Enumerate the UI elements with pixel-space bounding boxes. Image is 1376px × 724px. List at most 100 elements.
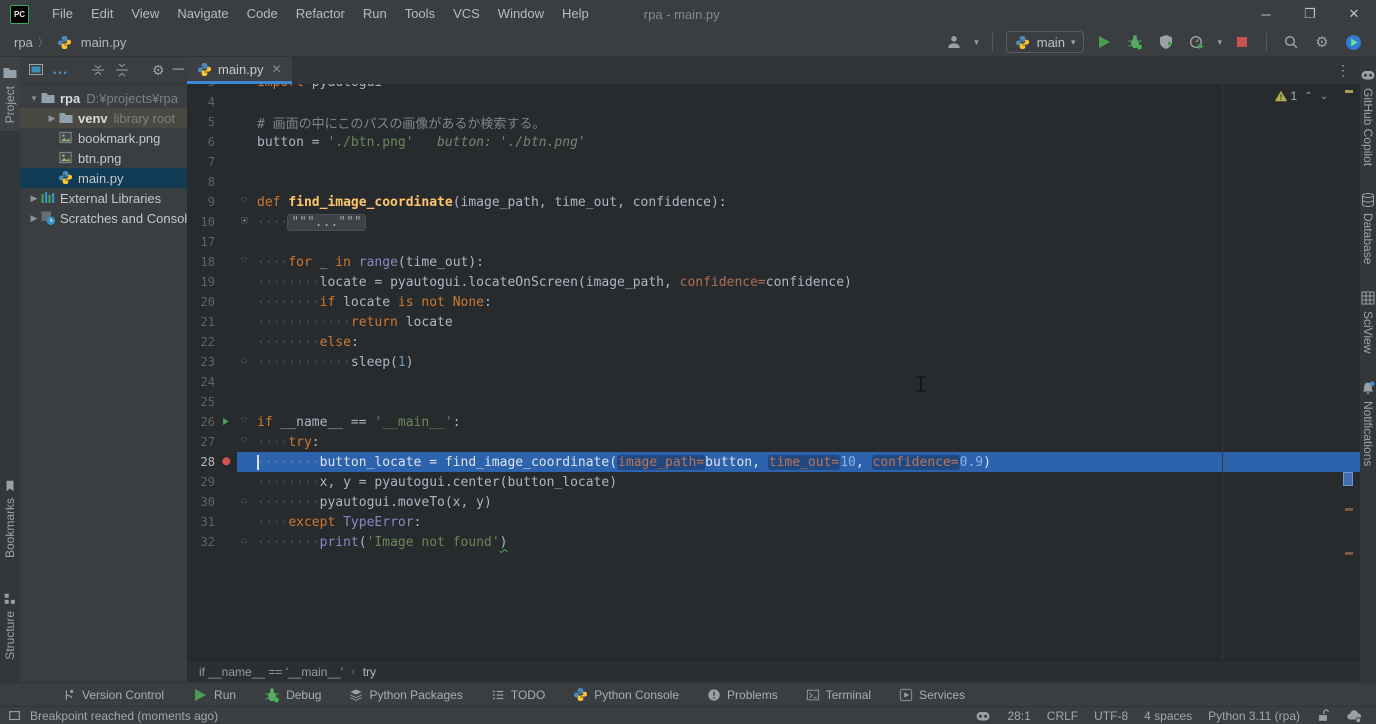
code-line-29[interactable]: 29········x, y = pyautogui.center(button… [187, 472, 1360, 492]
profiler-button[interactable] [1186, 31, 1208, 53]
code-line-25[interactable]: 25 [187, 392, 1360, 412]
menu-navigate[interactable]: Navigate [168, 0, 237, 28]
panel-settings-icon[interactable]: ⚙ [152, 62, 165, 79]
tab-options-icon[interactable]: ⋮ [1336, 57, 1360, 84]
breadcrumb-scope[interactable]: if __name__ == '__main__' [199, 665, 343, 679]
fold-marker-open[interactable] [239, 197, 253, 207]
fold-marker-end[interactable] [239, 497, 253, 507]
code-line-32[interactable]: 32········print('Image not found') [187, 532, 1360, 552]
tree-item-rpa[interactable]: ▼rpaD:¥projects¥rpa [20, 88, 187, 108]
code-line-8[interactable]: 8 [187, 172, 1360, 192]
status-message[interactable]: Breakpoint reached (moments ago) [30, 709, 218, 723]
code-line-22[interactable]: 22········else: [187, 332, 1360, 352]
code-line-27[interactable]: 27····try: [187, 432, 1360, 452]
fold-marker-plus[interactable] [239, 217, 253, 227]
indent-setting[interactable]: 4 spaces [1144, 709, 1192, 723]
close-tab-icon[interactable]: ✕ [272, 62, 282, 76]
tool-stripe-sciview[interactable]: SciView [1360, 290, 1376, 353]
code-line-24[interactable]: 24 [187, 372, 1360, 392]
breakpoint-icon[interactable] [215, 456, 239, 469]
toolwindow-python-console[interactable]: Python Console [573, 687, 679, 702]
tree-item-scratches-and-consoles[interactable]: ▶Scratches and Consoles [20, 208, 187, 228]
fold-marker-open[interactable] [239, 417, 253, 427]
cloud-settings-icon[interactable] [1346, 708, 1362, 724]
menu-run[interactable]: Run [354, 0, 396, 28]
chevron-right-icon[interactable]: ▶ [28, 213, 40, 224]
stop-button[interactable] [1231, 31, 1253, 53]
fold-marker-open[interactable] [239, 257, 253, 267]
line-separator[interactable]: CRLF [1047, 709, 1078, 723]
more-options-icon[interactable]: … [52, 61, 68, 79]
code-line-4[interactable]: 4 [187, 92, 1360, 112]
breadcrumb-scope[interactable]: try [363, 665, 376, 679]
tool-stripe-database[interactable]: Database [1360, 192, 1376, 264]
tool-stripe-project[interactable]: Project [0, 57, 20, 131]
menu-tools[interactable]: Tools [396, 0, 444, 28]
tool-stripe-github-copilot[interactable]: GitHub Copilot [1360, 67, 1376, 166]
chevron-right-icon[interactable]: ▶ [28, 193, 40, 204]
code-line-3[interactable]: 3import pyautogui [187, 84, 1360, 92]
toolwindow-services[interactable]: Services [899, 688, 965, 702]
menu-refactor[interactable]: Refactor [287, 0, 354, 28]
code-with-me-icon[interactable] [943, 31, 965, 53]
code-line-19[interactable]: 19········locate = pyautogui.locateOnScr… [187, 272, 1360, 292]
toolwindow-python-packages[interactable]: Python Packages [349, 688, 462, 702]
code-area[interactable]: 3import pyautogui45# 画面の中にこのパスの画像があるか検索す… [187, 84, 1360, 660]
tool-window-toggle-icon[interactable] [8, 709, 22, 723]
fold-marker-end[interactable] [239, 357, 253, 367]
next-problem-icon[interactable]: ⌄ [1320, 91, 1328, 102]
chevron-down-icon[interactable]: ▼ [28, 94, 40, 103]
settings-gear-icon[interactable]: ⚙ [1311, 31, 1333, 53]
search-everywhere-icon[interactable] [1280, 31, 1302, 53]
breadcrumb-file[interactable]: main.py [81, 35, 127, 50]
run-configuration-select[interactable]: main ▾ [1006, 31, 1085, 53]
run-with-coverage-button[interactable] [1155, 31, 1177, 53]
tree-item-external-libraries[interactable]: ▶External Libraries [20, 188, 187, 208]
inspection-widget[interactable]: 1 ⌃ ⌄ [1274, 89, 1328, 103]
tool-stripe-notifications[interactable]: Notifications [1360, 380, 1376, 466]
code-line-5[interactable]: 5# 画面の中にこのパスの画像があるか検索する。 [187, 112, 1360, 132]
code-line-30[interactable]: 30········pyautogui.moveTo(x, y) [187, 492, 1360, 512]
code-line-28[interactable]: 28········button_locate = find_image_coo… [187, 452, 1360, 472]
tree-item-btn-png[interactable]: btn.png [20, 148, 187, 168]
code-line-23[interactable]: 23············sleep(1) [187, 352, 1360, 372]
toolwindow-run[interactable]: Run [192, 687, 236, 703]
fold-marker-end[interactable] [239, 537, 253, 547]
code-line-18[interactable]: 18····for _ in range(time_out): [187, 252, 1360, 272]
menu-code[interactable]: Code [238, 0, 287, 28]
code-line-9[interactable]: 9def find_image_coordinate(image_path, t… [187, 192, 1360, 212]
code-line-17[interactable]: 17 [187, 232, 1360, 252]
collapse-all-icon[interactable] [114, 62, 130, 78]
prev-problem-icon[interactable]: ⌃ [1304, 91, 1312, 102]
caret-position[interactable]: 28:1 [1007, 709, 1030, 723]
tab-main-py[interactable]: main.py ✕ [187, 57, 292, 84]
debug-button[interactable] [1124, 31, 1146, 53]
hide-panel-icon[interactable]: ─ [173, 61, 184, 79]
tool-stripe-bookmarks[interactable]: Bookmarks [3, 471, 17, 566]
toolwindow-terminal[interactable]: Terminal [806, 688, 871, 702]
code-line-31[interactable]: 31····except TypeError: [187, 512, 1360, 532]
run-line-icon[interactable] [215, 417, 239, 428]
tree-item-venv[interactable]: ▶venvlibrary root [20, 108, 187, 128]
copilot-status-icon[interactable] [975, 708, 991, 724]
error-stripe-scrollbar[interactable] [1342, 84, 1354, 660]
code-line-20[interactable]: 20········if locate is not None: [187, 292, 1360, 312]
project-view-icon[interactable] [28, 62, 44, 78]
code-line-26[interactable]: 26if __name__ == '__main__': [187, 412, 1360, 432]
tree-item-main-py[interactable]: main.py [20, 168, 187, 188]
unlock-icon[interactable] [1316, 709, 1330, 723]
minimize-button[interactable]: ─ [1244, 0, 1288, 28]
code-line-21[interactable]: 21············return locate [187, 312, 1360, 332]
run-button[interactable] [1093, 31, 1115, 53]
toolwindow-todo[interactable]: TODO [491, 688, 545, 702]
breadcrumb-project[interactable]: rpa [14, 35, 33, 50]
tool-stripe-structure[interactable]: Structure [3, 584, 17, 668]
file-encoding[interactable]: UTF-8 [1094, 709, 1128, 723]
fold-marker-open[interactable] [239, 437, 253, 447]
close-button[interactable]: ✕ [1332, 0, 1376, 28]
code-line-6[interactable]: 6button = './btn.png' button: './btn.png… [187, 132, 1360, 152]
menu-file[interactable]: File [43, 0, 82, 28]
interpreter[interactable]: Python 3.11 (rpa) [1208, 709, 1300, 723]
chevron-right-icon[interactable]: ▶ [46, 113, 58, 124]
code-line-7[interactable]: 7 [187, 152, 1360, 172]
